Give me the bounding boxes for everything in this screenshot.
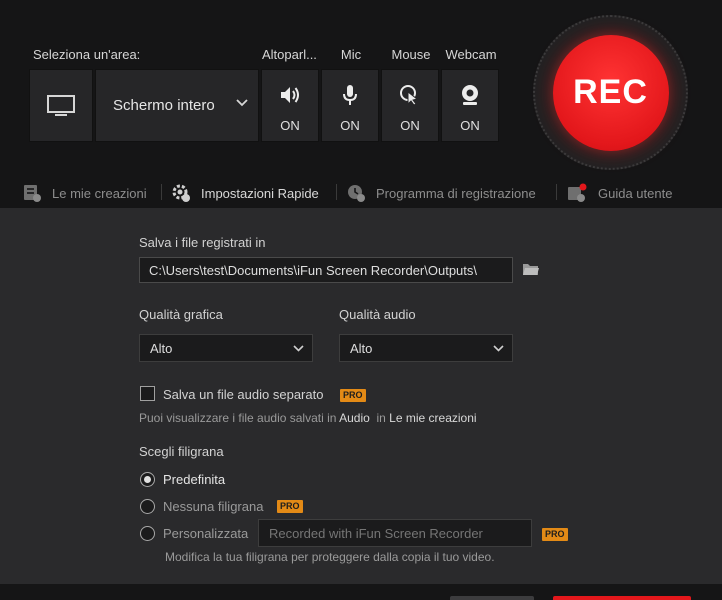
audio-quality-value: Alto	[350, 341, 373, 356]
separate-audio-checkbox[interactable]	[140, 386, 155, 401]
mic-state: ON	[340, 118, 360, 133]
folder-icon[interactable]	[522, 262, 540, 276]
watermark-custom-label[interactable]: Personalizzata	[163, 526, 248, 541]
save-path-label: Salva i file registrati in	[139, 235, 266, 250]
rec-button[interactable]: REC	[552, 34, 669, 151]
hint-text: Puoi visualizzare i file audio salvati i…	[139, 411, 337, 425]
video-quality-select[interactable]: Alto	[139, 334, 313, 362]
webcam-icon	[462, 85, 478, 105]
watermark-hint: Modifica la tua filigrana per proteggere…	[165, 550, 495, 564]
webcam-label: Webcam	[445, 47, 497, 62]
mic-toggle[interactable]: ON	[321, 69, 379, 142]
save-path-field[interactable]: C:\Users\test\Documents\iFun Screen Reco…	[139, 257, 513, 283]
nav-quick-settings[interactable]: Impostazioni Rapide	[171, 180, 319, 206]
nav-my-creations[interactable]: Le mie creazioni	[22, 180, 147, 206]
watermark-label: Scegli filigrana	[139, 444, 224, 459]
mouse-label: Mouse	[391, 47, 431, 62]
chevron-down-icon	[493, 345, 504, 352]
nav-divider	[556, 184, 557, 200]
watermark-none-radio[interactable]	[140, 499, 155, 514]
audio-quality-select[interactable]: Alto	[339, 334, 513, 362]
hint-creations-link[interactable]: Le mie creazioni	[389, 411, 476, 425]
watermark-default-label[interactable]: Predefinita	[163, 472, 225, 487]
nav-divider	[161, 184, 162, 200]
nav-divider	[336, 184, 337, 200]
pro-badge: PRO	[277, 500, 303, 513]
hint-audio-link[interactable]: Audio	[339, 411, 370, 425]
nav-my-creations-label: Le mie creazioni	[52, 185, 147, 201]
separate-audio-label[interactable]: Salva un file audio separato	[163, 387, 323, 402]
mouse-cursor-icon	[400, 85, 419, 106]
nav-user-guide[interactable]: Guida utente	[566, 180, 672, 206]
clock-icon	[348, 185, 365, 202]
chevron-down-icon	[293, 345, 304, 352]
guide-icon	[568, 183, 587, 202]
list-check-icon	[24, 185, 41, 202]
audio-quality-label: Qualità audio	[339, 307, 416, 322]
mouse-toggle[interactable]: ON	[381, 69, 439, 142]
video-quality-label: Qualità grafica	[139, 307, 223, 322]
rec-button-ring: REC	[533, 15, 688, 170]
gear-icon	[172, 184, 190, 202]
webcam-state: ON	[460, 118, 480, 133]
area-select-label: Seleziona un'area:	[33, 47, 141, 62]
recorder-header: Seleziona un'area: Altoparl... Mic Mouse…	[0, 0, 722, 208]
nav-user-guide-label: Guida utente	[598, 185, 673, 201]
pro-badge: PRO	[542, 528, 568, 541]
speaker-icon	[281, 87, 299, 103]
nav-schedule[interactable]: Programma di registrazione	[346, 180, 536, 206]
watermark-custom-radio[interactable]	[140, 526, 155, 541]
speaker-toggle[interactable]: ON	[261, 69, 319, 142]
pro-badge: PRO	[340, 389, 366, 402]
nav-quick-settings-label: Impostazioni Rapide	[201, 185, 319, 201]
video-quality-value: Alto	[150, 341, 173, 356]
speaker-label: Altoparl...	[262, 47, 317, 62]
mic-icon	[343, 85, 357, 105]
speaker-state: ON	[280, 118, 300, 133]
nav-schedule-label: Programma di registrazione	[376, 185, 536, 201]
watermark-none-label[interactable]: Nessuna filigrana	[163, 499, 263, 514]
mouse-state: ON	[400, 118, 420, 133]
monitor-button[interactable]	[29, 69, 93, 142]
webcam-toggle[interactable]: ON	[441, 69, 499, 142]
audio-location-hint: Puoi visualizzare i file audio salvati i…	[139, 411, 477, 425]
hint-text: in	[376, 411, 386, 425]
area-select-dropdown[interactable]: Schermo intero	[95, 69, 259, 142]
chevron-down-icon	[236, 99, 248, 107]
mic-label: Mic	[340, 47, 362, 62]
watermark-text-input[interactable]	[258, 519, 532, 547]
watermark-default-radio[interactable]	[140, 472, 155, 487]
secondary-action-button[interactable]	[450, 596, 534, 600]
monitor-icon	[47, 94, 75, 116]
primary-action-button[interactable]	[553, 596, 691, 600]
area-select-value: Schermo intero	[113, 97, 215, 114]
